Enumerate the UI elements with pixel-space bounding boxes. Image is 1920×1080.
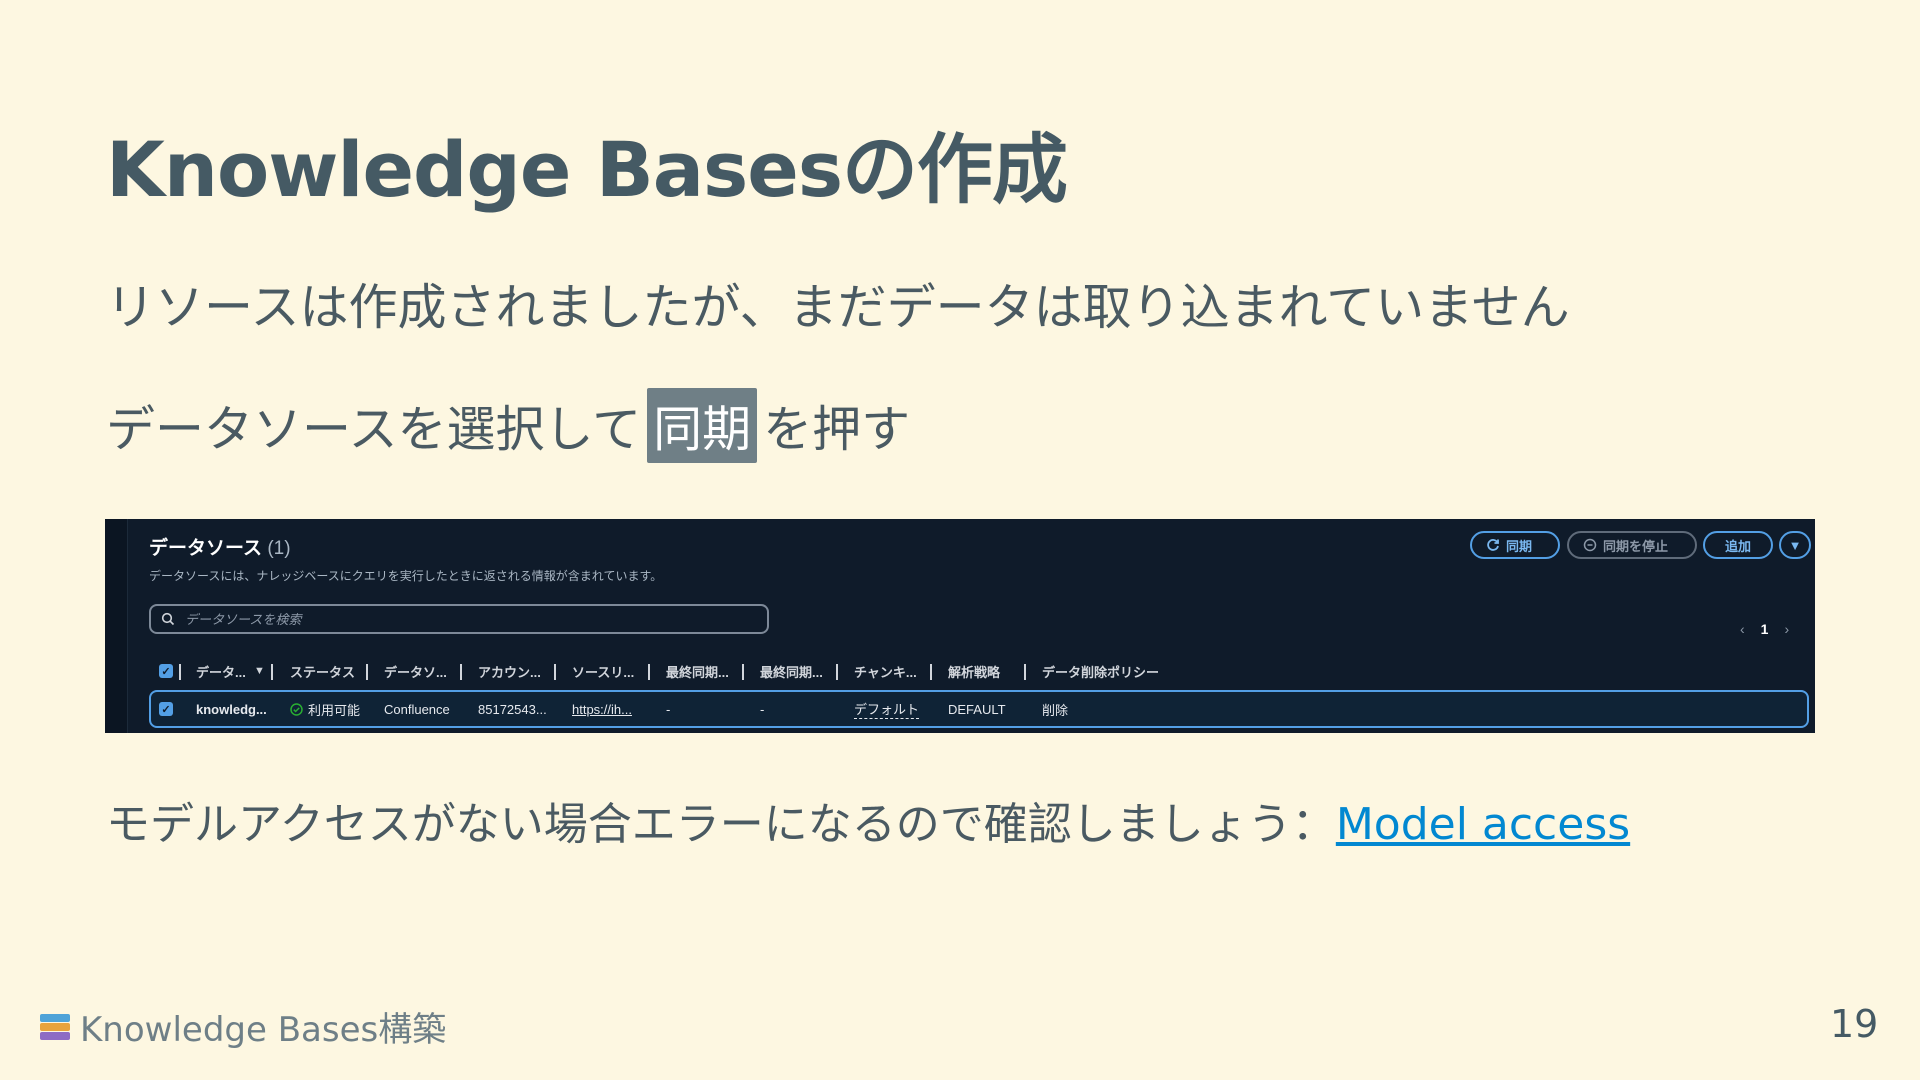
column-header-last-sync-2[interactable]: 最終同期...: [760, 652, 823, 690]
search-field[interactable]: [149, 604, 769, 634]
check-icon: ✓: [159, 702, 173, 716]
sync-chip: 同期: [647, 388, 758, 463]
add-button-label: 追加: [1724, 538, 1751, 554]
column-header-status[interactable]: ステータス: [290, 652, 355, 690]
sort-descending-icon[interactable]: ▼: [254, 652, 265, 690]
column-divider: [554, 664, 556, 680]
search-input[interactable]: [183, 610, 747, 628]
status-text: 利用可能: [308, 702, 361, 718]
data-source-description: データソースには、ナレッジベースにクエリを実行したときに返される情報が含まれてい…: [149, 569, 663, 583]
table-header-row: ✓ データ... ▼ ステータス データソ... アカウン... ソースリ...…: [149, 652, 1809, 690]
column-header-chunking[interactable]: チャンキ...: [854, 652, 917, 690]
account-id: 85172543...: [478, 701, 547, 717]
model-access-note: モデルアクセスがない場合エラーになるので確認しましょう：Model access: [106, 788, 1630, 852]
stop-sync-button[interactable]: 同期を停止: [1567, 531, 1697, 559]
books-icon: [40, 1013, 70, 1040]
row-checkbox[interactable]: ✓: [159, 690, 173, 728]
chunking-value: デフォルト: [854, 690, 920, 728]
column-header-account[interactable]: アカウン...: [478, 652, 541, 690]
sync-button-label: 同期: [1506, 538, 1533, 554]
data-source-type: Confluence: [384, 701, 450, 717]
deletion-policy-value: 削除: [1042, 702, 1069, 718]
column-divider: [1024, 664, 1026, 680]
instruction-text: データソースを選択して 同期 を押す: [106, 388, 910, 463]
sync-button[interactable]: 同期: [1470, 531, 1560, 559]
check-icon: ✓: [159, 664, 173, 678]
column-divider: [836, 664, 838, 680]
chevron-right-icon[interactable]: ›: [1784, 621, 1789, 637]
column-divider: [930, 664, 932, 680]
console-left-edge: [105, 519, 128, 733]
column-header-type[interactable]: データソ...: [384, 652, 447, 690]
chevron-left-icon[interactable]: ‹: [1740, 621, 1745, 637]
select-all-checkbox[interactable]: ✓: [159, 652, 173, 690]
model-access-text: モデルアクセスがない場合エラーになるので確認しましょう：: [106, 799, 1336, 850]
model-access-link[interactable]: Model access: [1336, 799, 1630, 850]
data-source-heading: データソース (1): [149, 533, 291, 560]
column-divider: [271, 664, 273, 680]
chunking-text: デフォルト: [854, 699, 920, 719]
data-source-title: データソース: [149, 538, 263, 559]
column-header-parsing[interactable]: 解析戦略: [948, 652, 1000, 690]
column-divider: [366, 664, 368, 680]
column-divider: [460, 664, 462, 680]
column-divider: [648, 664, 650, 680]
data-source-name-link[interactable]: knowledg...: [196, 690, 267, 728]
last-sync-1-value: -: [666, 701, 671, 717]
add-button[interactable]: 追加: [1703, 531, 1773, 559]
refresh-icon: [1487, 539, 1499, 551]
caret-down-icon: ▼: [1788, 537, 1802, 553]
instruction-before: データソースを選択して: [106, 401, 642, 458]
check-circle-icon: [290, 702, 303, 716]
page-number-current[interactable]: 1: [1761, 621, 1769, 637]
column-header-last-sync-1[interactable]: 最終同期...: [666, 652, 729, 690]
source-url-link[interactable]: https://ih...: [572, 690, 632, 728]
status-badge: 利用可能: [290, 690, 360, 728]
table-row[interactable]: ✓ knowledg... 利用可能 Confluence 85172543..…: [149, 690, 1809, 728]
column-header-deletion-policy[interactable]: データ削除ポリシー: [1042, 652, 1159, 690]
page-number: 19: [1830, 1002, 1879, 1046]
parsing-value: DEFAULT: [948, 701, 1006, 717]
resource-created-text: リソースは作成されましたが、まだデータは取り込まれていません: [106, 279, 1570, 336]
column-divider: [742, 664, 744, 680]
data-source-console-screenshot: データソース (1) データソースには、ナレッジベースにクエリを実行したときに返…: [105, 519, 1815, 733]
stop-sync-button-label: 同期を停止: [1603, 538, 1669, 554]
last-sync-2-value: -: [760, 701, 765, 717]
search-icon: [161, 612, 175, 626]
slide-footer: Knowledge Bases構築: [40, 1002, 446, 1051]
instruction-after: を押す: [763, 401, 911, 458]
column-header-name[interactable]: データ...: [196, 652, 246, 690]
column-divider: [179, 664, 181, 680]
stop-circle-icon: [1583, 538, 1597, 552]
column-header-source[interactable]: ソースリ...: [572, 652, 634, 690]
slide-title: Knowledge Basesの作成: [106, 125, 1068, 214]
footer-text: Knowledge Bases構築: [80, 1010, 447, 1050]
more-actions-button[interactable]: ▼: [1779, 531, 1811, 559]
pagination: ‹ 1 ›: [1740, 621, 1789, 637]
data-source-count: (1): [267, 538, 291, 559]
